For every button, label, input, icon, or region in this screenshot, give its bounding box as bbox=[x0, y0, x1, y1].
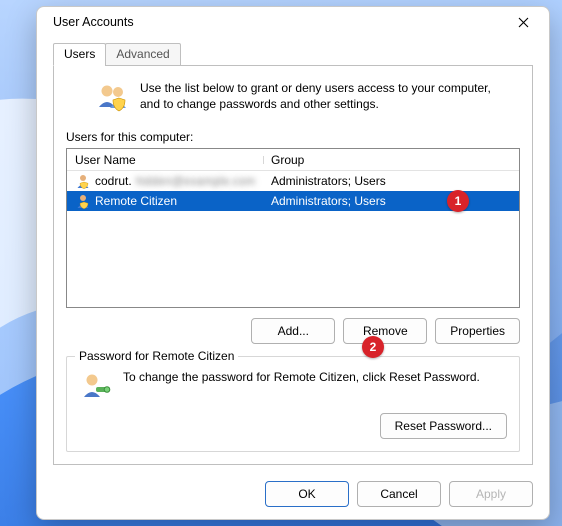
tab-users[interactable]: Users bbox=[53, 43, 106, 66]
callout-1: 1 bbox=[447, 190, 469, 212]
titlebar: User Accounts bbox=[37, 7, 549, 37]
user-icon bbox=[75, 173, 91, 189]
window-title: User Accounts bbox=[53, 15, 134, 29]
table-row[interactable]: Remote Citizen Administrators; Users 1 bbox=[67, 191, 519, 211]
column-group[interactable]: Group bbox=[263, 153, 519, 167]
user-group-cell: Administrators; Users bbox=[263, 174, 519, 188]
apply-button[interactable]: Apply bbox=[449, 481, 533, 507]
user-name-cell: codrut. bbox=[95, 174, 132, 188]
close-icon bbox=[518, 17, 529, 28]
password-help-text: To change the password for Remote Citize… bbox=[123, 369, 480, 385]
cancel-button[interactable]: Cancel bbox=[357, 481, 441, 507]
user-accounts-window: User Accounts Users Advanced bbox=[36, 6, 550, 520]
user-name-cell: Remote Citizen bbox=[95, 194, 177, 208]
reset-password-button[interactable]: Reset Password... bbox=[380, 413, 507, 439]
users-shield-icon bbox=[96, 80, 130, 114]
intro-row: Use the list below to grant or deny user… bbox=[66, 80, 520, 124]
table-row[interactable]: codrut. hidden@example.com Administrator… bbox=[67, 171, 519, 191]
tab-advanced[interactable]: Advanced bbox=[105, 43, 180, 66]
add-button[interactable]: Add... bbox=[251, 318, 335, 344]
user-group-cell: Administrators; Users bbox=[263, 194, 519, 208]
users-listview[interactable]: User Name Group codrut. hidden@example.c… bbox=[66, 148, 520, 308]
dialog-buttons: OK Cancel Apply bbox=[37, 481, 549, 521]
close-button[interactable] bbox=[501, 7, 545, 37]
intro-text: Use the list below to grant or deny user… bbox=[140, 80, 510, 114]
user-buttons-row: Add... Remove Properties 2 bbox=[66, 318, 520, 344]
tabstrip: Users Advanced bbox=[53, 41, 533, 65]
properties-button[interactable]: Properties bbox=[435, 318, 520, 344]
column-username[interactable]: User Name bbox=[67, 153, 263, 167]
callout-2: 2 bbox=[362, 336, 384, 358]
ok-button[interactable]: OK bbox=[265, 481, 349, 507]
user-name-hidden: hidden@example.com bbox=[136, 174, 256, 188]
listview-header[interactable]: User Name Group bbox=[67, 149, 519, 171]
remove-button[interactable]: Remove bbox=[343, 318, 427, 344]
password-legend: Password for Remote Citizen bbox=[75, 349, 238, 363]
password-fieldset: Password for Remote Citizen To change th… bbox=[66, 356, 520, 452]
users-tab-pane: Use the list below to grant or deny user… bbox=[53, 65, 533, 465]
key-user-icon bbox=[79, 369, 113, 403]
user-icon bbox=[75, 193, 91, 209]
users-list-label: Users for this computer: bbox=[66, 130, 520, 144]
